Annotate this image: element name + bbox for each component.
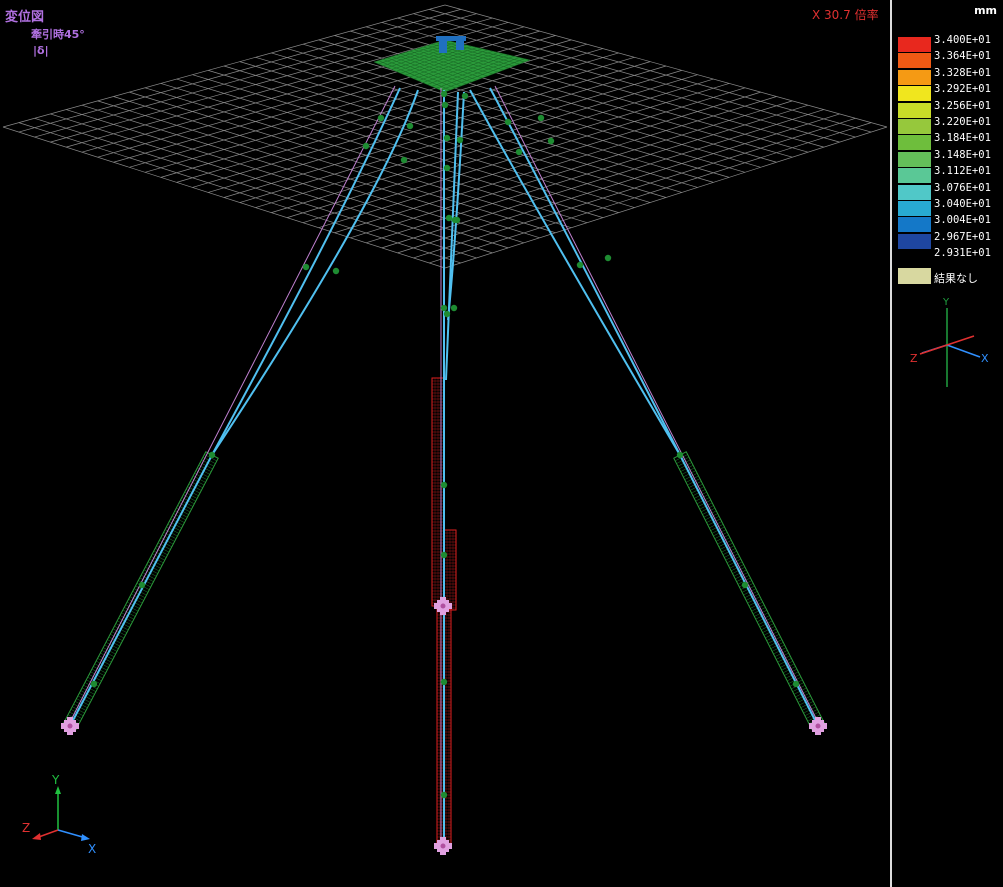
- legend-swatch: [898, 135, 931, 151]
- result-quantity-label: |δ|: [33, 44, 49, 57]
- anchor-core: [440, 843, 446, 849]
- node-marker: [445, 214, 453, 222]
- node-marker: [450, 304, 458, 312]
- legend-value: 2.931E+01: [934, 247, 991, 260]
- no-result-swatch: [898, 268, 931, 284]
- z-axis-label: Z: [22, 821, 30, 835]
- node-marker: [362, 142, 370, 150]
- node-marker: [604, 254, 612, 262]
- left-cable-deformed: [69, 87, 401, 727]
- node-marker: [440, 551, 448, 559]
- legend-value: 3.184E+01: [934, 132, 991, 145]
- node-marker: [400, 156, 408, 164]
- legend-swatch: [898, 233, 931, 249]
- anchor-core: [67, 723, 73, 729]
- node-marker: [515, 148, 523, 156]
- x-axis-line: [946, 344, 981, 358]
- load-case-label: 牽引時45°: [31, 28, 85, 41]
- model-viewport[interactable]: Y X Z 変位図 牽引時45° |δ| X 30.7 倍率: [0, 0, 889, 887]
- node-marker: [576, 261, 584, 269]
- view-title: 変位図: [5, 10, 45, 25]
- legend-value: 3.400E+01: [934, 34, 991, 46]
- legend-value: 3.148E+01: [934, 148, 991, 161]
- node-marker: [440, 90, 448, 98]
- legend-swatch: [898, 53, 931, 69]
- z-axis-arrow: [32, 833, 41, 840]
- node-marker: [208, 451, 216, 459]
- node-marker: [406, 122, 414, 130]
- y-axis-label: Y: [51, 773, 60, 787]
- node-marker: [453, 216, 461, 224]
- node-marker: [441, 101, 449, 109]
- anchor-core: [815, 723, 821, 729]
- legend-value: 3.112E+01: [934, 165, 991, 178]
- z-axis-line: [946, 335, 975, 346]
- y-axis-label: Y: [942, 297, 950, 308]
- anchor-core: [440, 603, 446, 609]
- legend-value: 3.364E+01: [934, 50, 991, 63]
- plate-body: [374, 40, 530, 92]
- node-marker: [676, 451, 684, 459]
- left-cable-deformed: [211, 89, 419, 456]
- fitting-cap: [436, 36, 466, 41]
- z-axis-line: [919, 344, 948, 355]
- legend-panel: mm 3.400E+01 3.364E+01 3.328E+01 3.292E+01 3…: [890, 0, 1003, 887]
- legend-swatch: [898, 37, 931, 52]
- cables: [67, 85, 821, 846]
- right-cable-original: [494, 85, 821, 727]
- legend-value: 3.004E+01: [934, 214, 991, 227]
- legend-swatch: [898, 119, 931, 134]
- legend-value: 3.292E+01: [934, 83, 991, 96]
- legend-unit: mm: [974, 4, 997, 17]
- orientation-triad-icon: Y X Z: [910, 297, 989, 387]
- no-result-label: 結果なし: [934, 272, 978, 285]
- legend-swatch: [898, 86, 931, 102]
- legend-value: 3.256E+01: [934, 99, 991, 112]
- left-cable-original: [67, 85, 396, 727]
- node-marker: [440, 791, 448, 799]
- legend-value: 2.967E+01: [934, 230, 991, 243]
- node-marker: [456, 136, 464, 144]
- legend-swatch: [898, 168, 931, 184]
- anchor-icon: [809, 717, 827, 735]
- z-axis-label: Z: [910, 352, 918, 365]
- legend-value: 3.220E+01: [934, 116, 991, 128]
- right-cable-deformed: [489, 87, 819, 727]
- node-marker: [440, 481, 448, 489]
- x-axis-label: X: [88, 842, 96, 856]
- node-marker: [90, 680, 98, 688]
- y-axis-arrow: [55, 786, 61, 794]
- legend-swatch: [898, 151, 931, 167]
- node-marker: [443, 164, 451, 172]
- node-marker: [504, 118, 512, 126]
- node-marker: [440, 678, 448, 686]
- legend-value: 3.040E+01: [934, 198, 991, 210]
- legend-swatch: [898, 102, 931, 118]
- legend-swatch: [898, 184, 931, 200]
- node-marker: [741, 581, 749, 589]
- x-axis-label: X: [981, 352, 989, 365]
- legend-swatch: [898, 217, 931, 233]
- legend-value: 3.076E+01: [934, 181, 991, 194]
- node-marker: [443, 310, 451, 318]
- node-marker: [461, 92, 469, 100]
- deformation-scale-label: X 30.7 倍率: [812, 8, 879, 22]
- node-marker: [377, 114, 385, 122]
- node-marker: [547, 137, 555, 145]
- axis-triad-icon: Y X Z: [22, 773, 96, 856]
- displacement-scene: Y X Z: [2, 4, 888, 856]
- legend-value: 3.328E+01: [934, 66, 991, 79]
- legend-swatch: [898, 201, 931, 216]
- node-marker: [302, 263, 310, 271]
- node-marker: [537, 114, 545, 122]
- node-marker: [138, 581, 146, 589]
- x-axis-arrow: [81, 834, 90, 841]
- anchor-icon: [61, 717, 79, 735]
- legend-swatch: [898, 69, 931, 85]
- node-marker: [332, 267, 340, 275]
- node-marker: [792, 680, 800, 688]
- right-cable-deformed: [469, 89, 681, 456]
- node-marker: [443, 134, 451, 142]
- node-marker: [440, 304, 448, 312]
